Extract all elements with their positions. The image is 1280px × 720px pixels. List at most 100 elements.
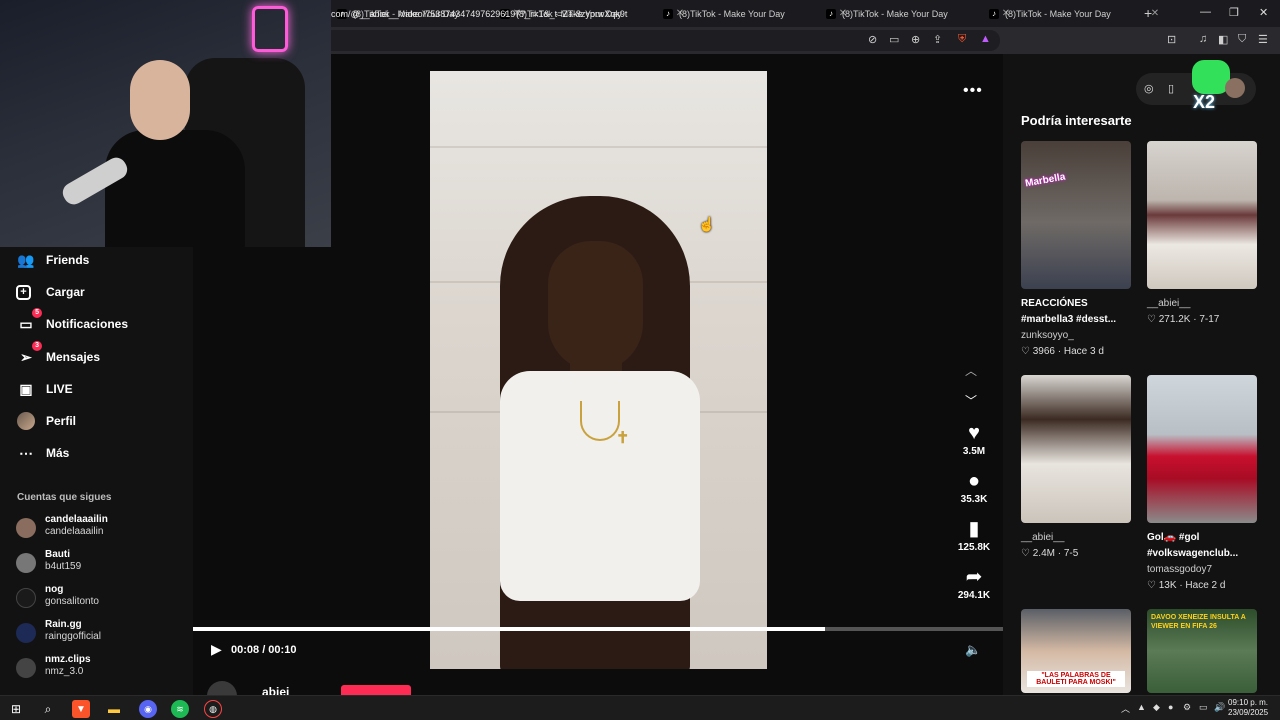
nav-notifications[interactable]: ▭ 5 Notificaciones bbox=[16, 308, 128, 336]
url-text[interactable]: com/@__abiei__/video/7538743474976296197… bbox=[331, 9, 627, 19]
recommend-card[interactable]: "LAS PALABRAS DE BAULETI PARA MOSKI" bbox=[1021, 609, 1131, 693]
save-button[interactable]: ▮ 125.8K bbox=[953, 518, 995, 553]
split-view-icon[interactable]: ◧ bbox=[1218, 33, 1228, 46]
progress-fill bbox=[193, 627, 825, 631]
account-name: candelaaailin bbox=[45, 514, 108, 525]
video-thumbnail: DAVOO XENEIZE INSULTA A VIEWER EN FIFA 2… bbox=[1147, 609, 1257, 693]
tray-expand-icon[interactable]: ︿ bbox=[1121, 702, 1130, 715]
mic-tray-icon[interactable]: ● bbox=[1168, 702, 1173, 712]
nav-live[interactable]: ▣ LIVE bbox=[16, 377, 72, 401]
new-tab-icon[interactable]: + bbox=[1144, 5, 1152, 21]
save-count: 125.8K bbox=[957, 542, 991, 553]
video-thumbnail bbox=[1021, 375, 1131, 523]
following-title: Cuentas que sigues bbox=[17, 492, 112, 503]
phone-icon[interactable]: ▯ bbox=[1168, 82, 1174, 95]
nav-upload[interactable]: + Cargar bbox=[16, 280, 85, 304]
like-count: 3.5M bbox=[962, 446, 986, 457]
heart-outline-icon: ♡ bbox=[1021, 548, 1033, 559]
recommend-card[interactable]: __abiei__ ♡ 271.2K · 7-17 bbox=[1147, 141, 1257, 328]
nav-more[interactable]: ⋯ Más bbox=[16, 441, 69, 465]
creator-name[interactable]: abiei bbox=[262, 685, 289, 695]
streamer-body bbox=[105, 130, 245, 247]
search-icon[interactable]: ⌕ bbox=[39, 700, 57, 718]
tray-app-icon[interactable]: ▲ bbox=[1137, 702, 1146, 712]
comment-button[interactable]: ● 35.3K bbox=[953, 470, 995, 505]
video-progress-bar[interactable] bbox=[193, 627, 1003, 631]
recommend-card[interactable]: DAVOO XENEIZE INSULTA A VIEWER EN FIFA 2… bbox=[1147, 609, 1257, 693]
previous-video-icon[interactable]: ︿ bbox=[965, 362, 977, 379]
comment-count: 35.3K bbox=[960, 494, 988, 505]
more-options-icon[interactable]: ••• bbox=[963, 82, 983, 100]
taskbar: ⊞ ⌕ ▼ ▬ ◉ ≋ ◍ ︿ ▲ ◆ ● ⚙ ▭ 🔊 09:10 p. m. … bbox=[0, 695, 1280, 720]
nav-profile[interactable]: Perfil bbox=[16, 409, 76, 433]
browser-tab[interactable]: ♪ (8)TikTok - Make Your Day ✕ bbox=[826, 0, 1010, 27]
recommend-card[interactable]: __abiei__ ♡ 2.4M · 7-5 bbox=[1021, 375, 1131, 562]
tiktok-icon: ♪ bbox=[663, 8, 673, 19]
share-button[interactable]: ➦ 294.1K bbox=[953, 566, 995, 601]
network-icon[interactable]: ▭ bbox=[1199, 702, 1208, 713]
volume-icon[interactable]: 🔈 bbox=[965, 642, 981, 658]
reader-mode-icon[interactable]: ⊘ bbox=[868, 33, 877, 46]
nav-friends[interactable]: 👥 Friends bbox=[16, 248, 89, 272]
restore-icon[interactable]: ❐ bbox=[1229, 6, 1239, 19]
tiktok-icon: ♪ bbox=[826, 8, 836, 19]
play-icon[interactable]: ▶ bbox=[211, 641, 222, 658]
file-explorer-icon[interactable]: ▬ bbox=[105, 700, 123, 718]
zoom-icon[interactable]: ⊕ bbox=[911, 33, 920, 46]
sidebar-toggle-icon[interactable]: ⊡ bbox=[1167, 33, 1176, 46]
creator-avatar[interactable] bbox=[207, 681, 237, 695]
next-video-icon[interactable]: ﹀ bbox=[965, 392, 977, 409]
upload-icon: + bbox=[16, 284, 31, 300]
minimize-icon[interactable]: — bbox=[1200, 6, 1211, 18]
user-avatar[interactable] bbox=[1225, 78, 1245, 98]
following-account[interactable]: candelaaailin candelaaailin bbox=[16, 514, 108, 538]
account-handle: gonsalitonto bbox=[45, 596, 99, 607]
following-account[interactable]: nog gonsalitonto bbox=[16, 584, 99, 608]
system-clock[interactable]: 09:10 p. m. 23/09/2025 bbox=[1228, 698, 1268, 718]
inbox-icon: ▭ 5 bbox=[16, 308, 42, 334]
compass-icon[interactable]: ◎ bbox=[1144, 82, 1154, 95]
notification-badge: 5 bbox=[32, 308, 42, 318]
card-title: Gol🚗 #gol #volkswagenclub... bbox=[1147, 532, 1239, 559]
video-frame[interactable]: ✝ bbox=[430, 71, 767, 669]
account-name: nog bbox=[45, 584, 64, 595]
message-badge: 3 bbox=[32, 341, 42, 351]
recommend-card[interactable]: Marbella REACCIÓNES #marbella3 #desst...… bbox=[1021, 141, 1131, 360]
cross-pendant-icon: ✝ bbox=[616, 430, 630, 447]
follow-button[interactable] bbox=[341, 685, 411, 695]
tab-title: (8)TikTok - Make Your Day bbox=[679, 8, 785, 19]
menu-icon[interactable]: ☰ bbox=[1258, 33, 1268, 46]
avatar bbox=[16, 623, 36, 643]
brave-browser-icon[interactable]: ▼ bbox=[72, 700, 90, 718]
nav-messages[interactable]: ➢ 3 Mensajes bbox=[16, 341, 100, 369]
following-account[interactable]: nmz.clips nmz_3.0 bbox=[16, 654, 91, 678]
card-stats: ♡ 2.4M · 7-5 bbox=[1021, 546, 1131, 562]
window-close-icon[interactable]: ✕ bbox=[1259, 6, 1268, 19]
nav-label: Cargar bbox=[46, 285, 85, 299]
following-account[interactable]: Rain.gg rainggofficial bbox=[16, 619, 101, 643]
browser-tab[interactable]: ♪ (8)TikTok - Make Your Day ✕ bbox=[989, 0, 1159, 27]
spotify-icon[interactable]: ≋ bbox=[171, 700, 189, 718]
tray-app-icon[interactable]: ◆ bbox=[1153, 702, 1160, 713]
card-user: zunksoyyo_ bbox=[1021, 330, 1074, 341]
brave-rewards-icon[interactable]: ▲ bbox=[980, 33, 991, 45]
brave-shield-icon[interactable]: ⛨ bbox=[958, 33, 966, 46]
discord-icon[interactable]: ◉ bbox=[139, 700, 157, 718]
necklace bbox=[580, 401, 620, 441]
video-thumbnail bbox=[1147, 375, 1257, 523]
tray-app-icon[interactable]: ⚙ bbox=[1183, 702, 1191, 713]
media-icon[interactable]: ♫ bbox=[1199, 33, 1207, 45]
browser-tab[interactable]: ♪ (8)TikTok - Make Your Day ✕ bbox=[663, 0, 847, 27]
obs-icon[interactable]: ◍ bbox=[204, 700, 222, 718]
share-icon[interactable]: ⇪ bbox=[933, 33, 942, 46]
cast-icon[interactable]: ▭ bbox=[889, 33, 899, 46]
like-button[interactable]: ♥ 3.5M bbox=[953, 422, 995, 457]
recommend-card[interactable]: Gol🚗 #gol #volkswagenclub... tomassgodoy… bbox=[1147, 375, 1257, 594]
account-handle: nmz_3.0 bbox=[45, 666, 84, 677]
vpn-icon[interactable]: ⛉ bbox=[1238, 33, 1246, 46]
windows-start-icon[interactable]: ⊞ bbox=[7, 700, 25, 718]
clock-date: 23/09/2025 bbox=[1228, 708, 1269, 717]
share-count: 294.1K bbox=[957, 590, 991, 601]
speaker-icon[interactable]: 🔊 bbox=[1214, 702, 1225, 713]
following-account[interactable]: Bauti b4ut159 bbox=[16, 549, 81, 573]
